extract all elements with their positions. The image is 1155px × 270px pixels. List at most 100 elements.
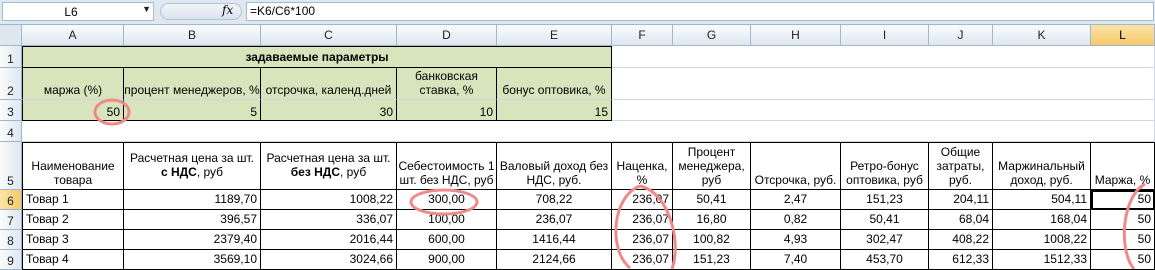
table-header-gross-income: Валовый доход без НДС, руб.: [497, 142, 612, 190]
cell-retro-bonus[interactable]: 50,41: [841, 210, 929, 230]
cell-markup[interactable]: 236,07: [612, 210, 673, 230]
column-header-l[interactable]: L: [1091, 25, 1155, 46]
cell-price-no-vat[interactable]: 336,07: [261, 210, 397, 230]
cell-product-name[interactable]: Товар 4: [22, 250, 124, 270]
cell-price-vat[interactable]: 3569,10: [124, 250, 261, 270]
cell-manager-fee[interactable]: 151,23: [673, 250, 751, 270]
row-header-4[interactable]: 4: [0, 121, 22, 142]
column-header-g[interactable]: G: [673, 25, 751, 46]
param-header-delay-days: отсрочка, календ.дней: [261, 68, 397, 100]
cell-markup[interactable]: 236,07: [612, 190, 673, 210]
cell-delay-cost[interactable]: 4,93: [751, 230, 841, 250]
cell-gross-income[interactable]: 1416,44: [497, 230, 612, 250]
cell-delay-cost[interactable]: 7,40: [751, 250, 841, 270]
cell-gross-income[interactable]: 2124,66: [497, 250, 612, 270]
cell-delay-cost[interactable]: 2,47: [751, 190, 841, 210]
row-header-1[interactable]: 1: [0, 46, 22, 68]
cell-product-name[interactable]: Товар 3: [22, 230, 124, 250]
empty-row[interactable]: [22, 121, 1155, 142]
column-header-f[interactable]: F: [612, 25, 673, 46]
column-header-e[interactable]: E: [497, 25, 612, 46]
column-header-j[interactable]: J: [929, 25, 993, 46]
cell-total-costs[interactable]: 204,11: [929, 190, 993, 210]
empty-cell[interactable]: [612, 100, 1155, 121]
cell-delay-cost[interactable]: 0,82: [751, 210, 841, 230]
column-header-a[interactable]: A: [22, 25, 124, 46]
cell-margin-percent[interactable]: 50: [1091, 190, 1155, 210]
cell-marginal-income[interactable]: 168,04: [993, 210, 1091, 230]
row-header-3[interactable]: 3: [0, 100, 22, 121]
cell-margin-percent[interactable]: 50: [1091, 230, 1155, 250]
cell-marginal-income[interactable]: 1512,33: [993, 250, 1091, 270]
header-bold: без НДС: [290, 165, 341, 179]
table-header-delay-cost: Отсрочка, руб.: [751, 142, 841, 190]
param-header-bank-rate: банковская ставка, %: [397, 68, 497, 100]
cell-price-no-vat[interactable]: 2016,44: [261, 230, 397, 250]
cell-manager-fee[interactable]: 16,80: [673, 210, 751, 230]
select-all-corner[interactable]: [0, 25, 22, 46]
empty-cell[interactable]: [612, 68, 1155, 100]
param-value-wholesaler-bonus[interactable]: 15: [497, 100, 612, 121]
cell-markup[interactable]: 236,07: [612, 250, 673, 270]
cell-manager-fee[interactable]: 50,41: [673, 190, 751, 210]
param-value-delay-days[interactable]: 30: [261, 100, 397, 121]
cell-margin-percent[interactable]: 50: [1091, 250, 1155, 270]
column-header-b[interactable]: B: [124, 25, 261, 46]
cell-margin-percent[interactable]: 50: [1091, 210, 1155, 230]
cell-price-vat[interactable]: 396,57: [124, 210, 261, 230]
param-value-margin[interactable]: 50: [22, 100, 124, 121]
table-header-total-costs: Общие затраты, руб.: [929, 142, 993, 190]
row-header-9[interactable]: 9: [0, 250, 22, 270]
column-header-h[interactable]: H: [751, 25, 841, 46]
cell-unit-cost[interactable]: 300,00: [397, 190, 497, 210]
cell-product-name[interactable]: Товар 1: [22, 190, 124, 210]
chevron-down-icon[interactable]: ▼: [142, 4, 151, 14]
row-header-2[interactable]: 2: [0, 68, 22, 100]
cell-gross-income[interactable]: 236,07: [497, 210, 612, 230]
cell-marginal-income[interactable]: 1008,22: [993, 230, 1091, 250]
column-header-i[interactable]: I: [841, 25, 929, 46]
cell-price-no-vat[interactable]: 3024,66: [261, 250, 397, 270]
cell-price-no-vat[interactable]: 1008,22: [261, 190, 397, 210]
cell-unit-cost[interactable]: 900,00: [397, 250, 497, 270]
table-header-margin: Маржа, %: [1091, 142, 1155, 190]
cell-manager-fee[interactable]: 100,82: [673, 230, 751, 250]
cell-price-vat[interactable]: 1189,70: [124, 190, 261, 210]
cell-total-costs[interactable]: 68,04: [929, 210, 993, 230]
cell-markup[interactable]: 236,07: [612, 230, 673, 250]
cell-retro-bonus[interactable]: 453,70: [841, 250, 929, 270]
param-value-manager-percent[interactable]: 5: [124, 100, 261, 121]
cell-price-vat[interactable]: 2379,40: [124, 230, 261, 250]
header-line: без НДС, руб: [291, 165, 366, 179]
param-header-margin: маржа (%): [22, 68, 124, 100]
column-header-d[interactable]: D: [397, 25, 497, 46]
name-box-value: L6: [64, 5, 78, 19]
insert-function-icon[interactable]: fx: [222, 3, 233, 17]
cell-gross-income[interactable]: 708,22: [497, 190, 612, 210]
column-header-c[interactable]: C: [261, 25, 397, 46]
cell-total-costs[interactable]: 612,33: [929, 250, 993, 270]
row-header-7[interactable]: 7: [0, 210, 22, 230]
table-header-markup: Наценка, %: [612, 142, 673, 190]
row-header-5[interactable]: 5: [0, 142, 22, 190]
cell-marginal-income[interactable]: 504,11: [993, 190, 1091, 210]
cell-retro-bonus[interactable]: 151,23: [841, 190, 929, 210]
name-box[interactable]: L6 ▼: [2, 2, 154, 21]
cell-unit-cost[interactable]: 600,00: [397, 230, 497, 250]
empty-cell[interactable]: [612, 46, 1155, 68]
header-line: с НДС, руб: [161, 165, 223, 179]
column-header-k[interactable]: K: [993, 25, 1091, 46]
params-title: задаваемые параметры: [22, 46, 612, 68]
formula-bar: L6 ▼ fx =K6/C6*100: [0, 0, 1155, 25]
param-value-bank-rate[interactable]: 10: [397, 100, 497, 121]
formula-input[interactable]: =K6/C6*100: [246, 2, 1154, 21]
cell-total-costs[interactable]: 408,22: [929, 230, 993, 250]
row-header-6[interactable]: 6: [0, 190, 22, 210]
table-header-marginal-income: Маржинальный доход, руб.: [993, 142, 1091, 190]
cell-retro-bonus[interactable]: 302,47: [841, 230, 929, 250]
table-header-price-no-vat: Расчетная цена за шт. без НДС, руб: [261, 142, 397, 190]
cell-product-name[interactable]: Товар 2: [22, 210, 124, 230]
cell-unit-cost[interactable]: 100,00: [397, 210, 497, 230]
row-header-8[interactable]: 8: [0, 230, 22, 250]
table-header-name: Наименование товара: [22, 142, 124, 190]
